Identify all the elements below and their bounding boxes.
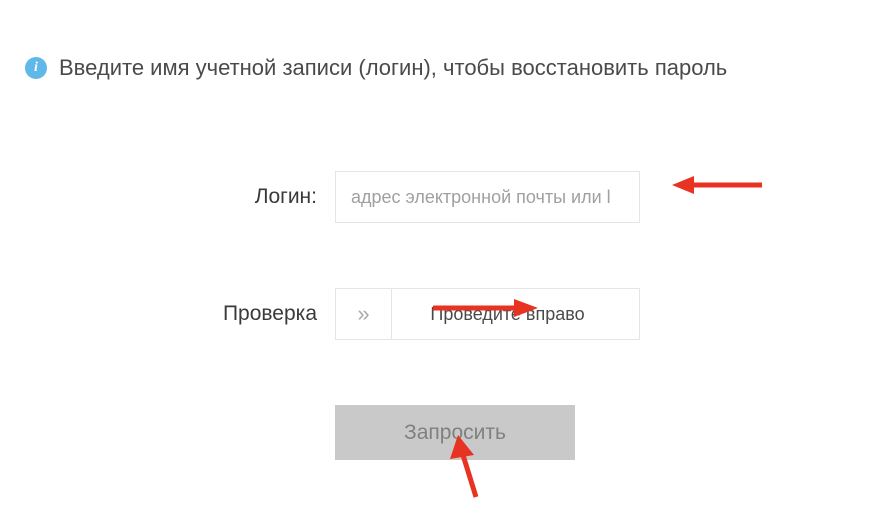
info-text: Введите имя учетной записи (логин), чтоб… [59, 55, 727, 81]
info-bar: i Введите имя учетной записи (логин), чт… [0, 0, 878, 81]
captcha-slider[interactable]: » Проведите вправо [335, 288, 640, 340]
info-icon: i [25, 57, 47, 79]
submit-button[interactable]: Запросить [335, 405, 575, 460]
verify-row: Проверка » Проведите вправо [0, 288, 878, 340]
slider-handle[interactable]: » [336, 289, 392, 339]
login-input[interactable] [335, 171, 640, 223]
login-label: Логин: [0, 185, 335, 209]
password-recovery-form: Логин: Проверка » Проведите вправо Запро… [0, 171, 878, 460]
login-row: Логин: [0, 171, 878, 223]
submit-row: Запросить [0, 405, 878, 460]
verify-label: Проверка [0, 302, 335, 326]
slider-hint: Проведите вправо [430, 304, 584, 325]
